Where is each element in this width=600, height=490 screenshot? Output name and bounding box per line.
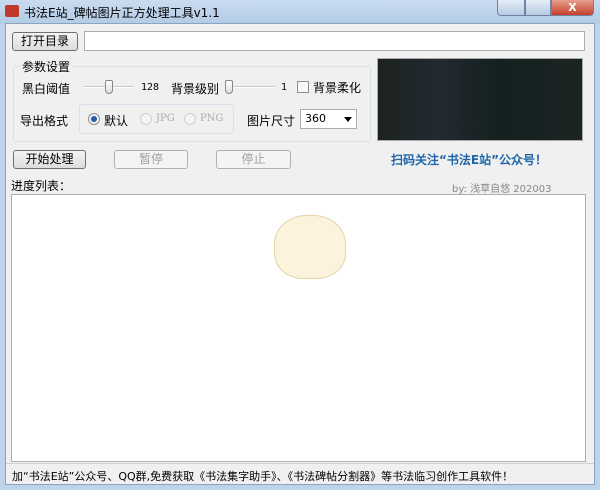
- threshold-label: 黑白阈值: [22, 82, 71, 96]
- status-bar: 加“书法E站”公众号、QQ群,免费获取《书法集字助手》、《书法碑帖分割器》等书法…: [6, 463, 594, 485]
- maximize-button: [525, 0, 551, 16]
- image-size-select[interactable]: 360: [300, 109, 357, 129]
- main-window: 打开目录 参数设置 黑白阈值 128 背景级别 1 背景柔化 导出格式 默认 J…: [5, 23, 595, 485]
- pause-button[interactable]: 暂停: [114, 150, 188, 169]
- mascot-image: [274, 215, 346, 279]
- app-icon: [5, 5, 19, 17]
- chevron-down-icon: [344, 117, 352, 122]
- format-png-radio[interactable]: [184, 113, 196, 125]
- progress-list-label: 进度列表：: [11, 179, 72, 193]
- export-format-label: 导出格式: [20, 114, 69, 128]
- format-png-label: PNG: [200, 113, 224, 124]
- title-bar: 书法E站_碑帖图片正方处理工具v1.1 X: [0, 0, 600, 24]
- window-title: 书法E站_碑帖图片正方处理工具v1.1: [24, 6, 220, 20]
- image-preview: [377, 58, 583, 141]
- params-group-label: 参数设置: [20, 58, 73, 75]
- bg-soften-label: 背景柔化: [313, 81, 362, 95]
- threshold-slider-thumb[interactable]: [105, 80, 113, 94]
- format-jpg-radio[interactable]: [140, 113, 152, 125]
- bg-level-slider-thumb[interactable]: [225, 80, 233, 94]
- progress-list[interactable]: [11, 194, 586, 462]
- promo-text: 扫码关注“书法E站”公众号！: [391, 153, 547, 167]
- format-default-radio[interactable]: [88, 113, 100, 125]
- format-jpg-label: JPG: [156, 113, 175, 124]
- bg-soften-checkbox[interactable]: [297, 81, 309, 93]
- image-size-label: 图片尺寸: [247, 114, 296, 128]
- credit-text: by: 浅草自悠 202003: [452, 184, 552, 195]
- bg-level-value: 1: [281, 82, 288, 93]
- start-button[interactable]: 开始处理: [13, 150, 86, 169]
- threshold-slider[interactable]: [84, 80, 134, 94]
- open-directory-button[interactable]: 打开目录: [12, 32, 78, 51]
- close-button[interactable]: X: [551, 0, 594, 16]
- format-default-label: 默认: [104, 114, 129, 128]
- threshold-value: 128: [141, 82, 160, 93]
- minimize-button[interactable]: [497, 0, 525, 16]
- image-size-value: 360: [305, 112, 326, 125]
- bg-level-slider[interactable]: [225, 80, 275, 94]
- stop-button[interactable]: 停止: [216, 150, 291, 169]
- directory-path-input[interactable]: [84, 31, 585, 51]
- bg-level-label: 背景级别: [171, 82, 220, 96]
